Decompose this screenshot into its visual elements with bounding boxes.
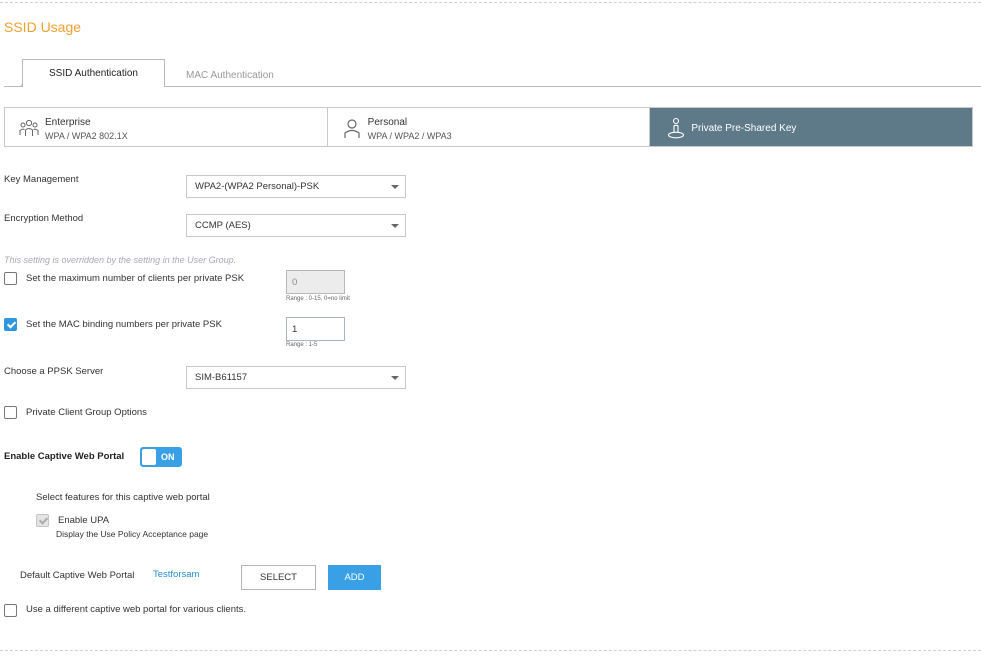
select-button[interactable]: SELECT bbox=[241, 565, 316, 590]
mac-binding-input[interactable]: 1 bbox=[286, 317, 345, 341]
mac-binding-range: Range : 1-5 bbox=[286, 342, 318, 348]
override-note: This setting is overridden by the settin… bbox=[4, 255, 237, 265]
max-clients-input[interactable]: 0 bbox=[286, 270, 345, 294]
mac-binding-checkbox[interactable] bbox=[4, 318, 17, 331]
tab-ssid-authentication[interactable]: SSID Authentication bbox=[22, 59, 165, 87]
enable-upa-label: Enable UPA bbox=[58, 515, 110, 526]
captive-portal-label: Enable Captive Web Portal bbox=[4, 451, 125, 462]
top-divider bbox=[0, 2, 981, 3]
auth-option-sub: WPA / WPA2 802.1X bbox=[45, 131, 128, 141]
captive-portal-toggle[interactable]: ON bbox=[140, 447, 182, 467]
enable-upa-checkbox bbox=[36, 514, 49, 527]
private-client-group-checkbox[interactable] bbox=[4, 406, 17, 419]
different-portal-checkbox[interactable] bbox=[4, 604, 17, 617]
key-management-value: WPA2-(WPA2 Personal)-PSK bbox=[195, 181, 320, 192]
max-clients-checkbox[interactable] bbox=[4, 272, 17, 285]
auth-option-sub: WPA / WPA2 / WPA3 bbox=[367, 131, 452, 141]
chevron-down-icon bbox=[391, 185, 399, 189]
portal-features-label: Select features for this captive web por… bbox=[36, 492, 210, 503]
toggle-knob bbox=[142, 449, 156, 465]
default-portal-link[interactable]: Testforsam bbox=[153, 569, 199, 580]
auth-option-personal[interactable]: Personal WPA / WPA2 / WPA3 bbox=[327, 108, 651, 146]
toggle-state: ON bbox=[161, 452, 175, 462]
auth-type-selector: Enterprise WPA / WPA2 802.1X Personal WP… bbox=[4, 107, 973, 147]
user-icon bbox=[344, 119, 360, 138]
default-portal-label: Default Captive Web Portal bbox=[20, 570, 135, 581]
max-clients-range: Range : 0-15, 0=no limit bbox=[286, 296, 350, 302]
auth-option-name: Private Pre-Shared Key bbox=[691, 123, 797, 134]
encryption-method-label: Encryption Method bbox=[4, 213, 84, 224]
auth-option-enterprise[interactable]: Enterprise WPA / WPA2 802.1X bbox=[5, 108, 328, 146]
key-management-label: Key Management bbox=[4, 174, 79, 185]
ppsk-server-value: SIM-B61157 bbox=[195, 372, 248, 383]
chevron-down-icon bbox=[391, 376, 399, 380]
encryption-method-value: CCMP (AES) bbox=[195, 220, 251, 231]
mac-binding-label: Set the MAC binding numbers per private … bbox=[26, 319, 222, 330]
key-management-select[interactable]: WPA2-(WPA2 Personal)-PSK bbox=[186, 175, 406, 198]
person-key-icon bbox=[668, 117, 685, 139]
ppsk-server-select[interactable]: SIM-B61157 bbox=[186, 366, 406, 389]
tab-mac-authentication[interactable]: MAC Authentication bbox=[186, 70, 274, 81]
bottom-divider bbox=[0, 650, 981, 651]
ppsk-server-label: Choose a PPSK Server bbox=[4, 366, 104, 377]
add-button[interactable]: ADD bbox=[328, 565, 381, 590]
auth-option-name: Enterprise bbox=[45, 117, 91, 128]
section-title: SSID Usage bbox=[4, 19, 82, 35]
users-icon bbox=[19, 119, 39, 136]
different-portal-label: Use a different captive web portal for v… bbox=[26, 604, 247, 615]
encryption-method-select[interactable]: CCMP (AES) bbox=[186, 214, 406, 237]
auth-option-name: Personal bbox=[367, 117, 408, 128]
private-client-group-label: Private Client Group Options bbox=[26, 407, 147, 418]
auth-option-private-psk[interactable]: Private Pre-Shared Key bbox=[650, 108, 973, 146]
max-clients-label: Set the maximum number of clients per pr… bbox=[26, 273, 245, 284]
enable-upa-description: Display the Use Policy Acceptance page bbox=[56, 529, 209, 539]
chevron-down-icon bbox=[391, 224, 399, 228]
